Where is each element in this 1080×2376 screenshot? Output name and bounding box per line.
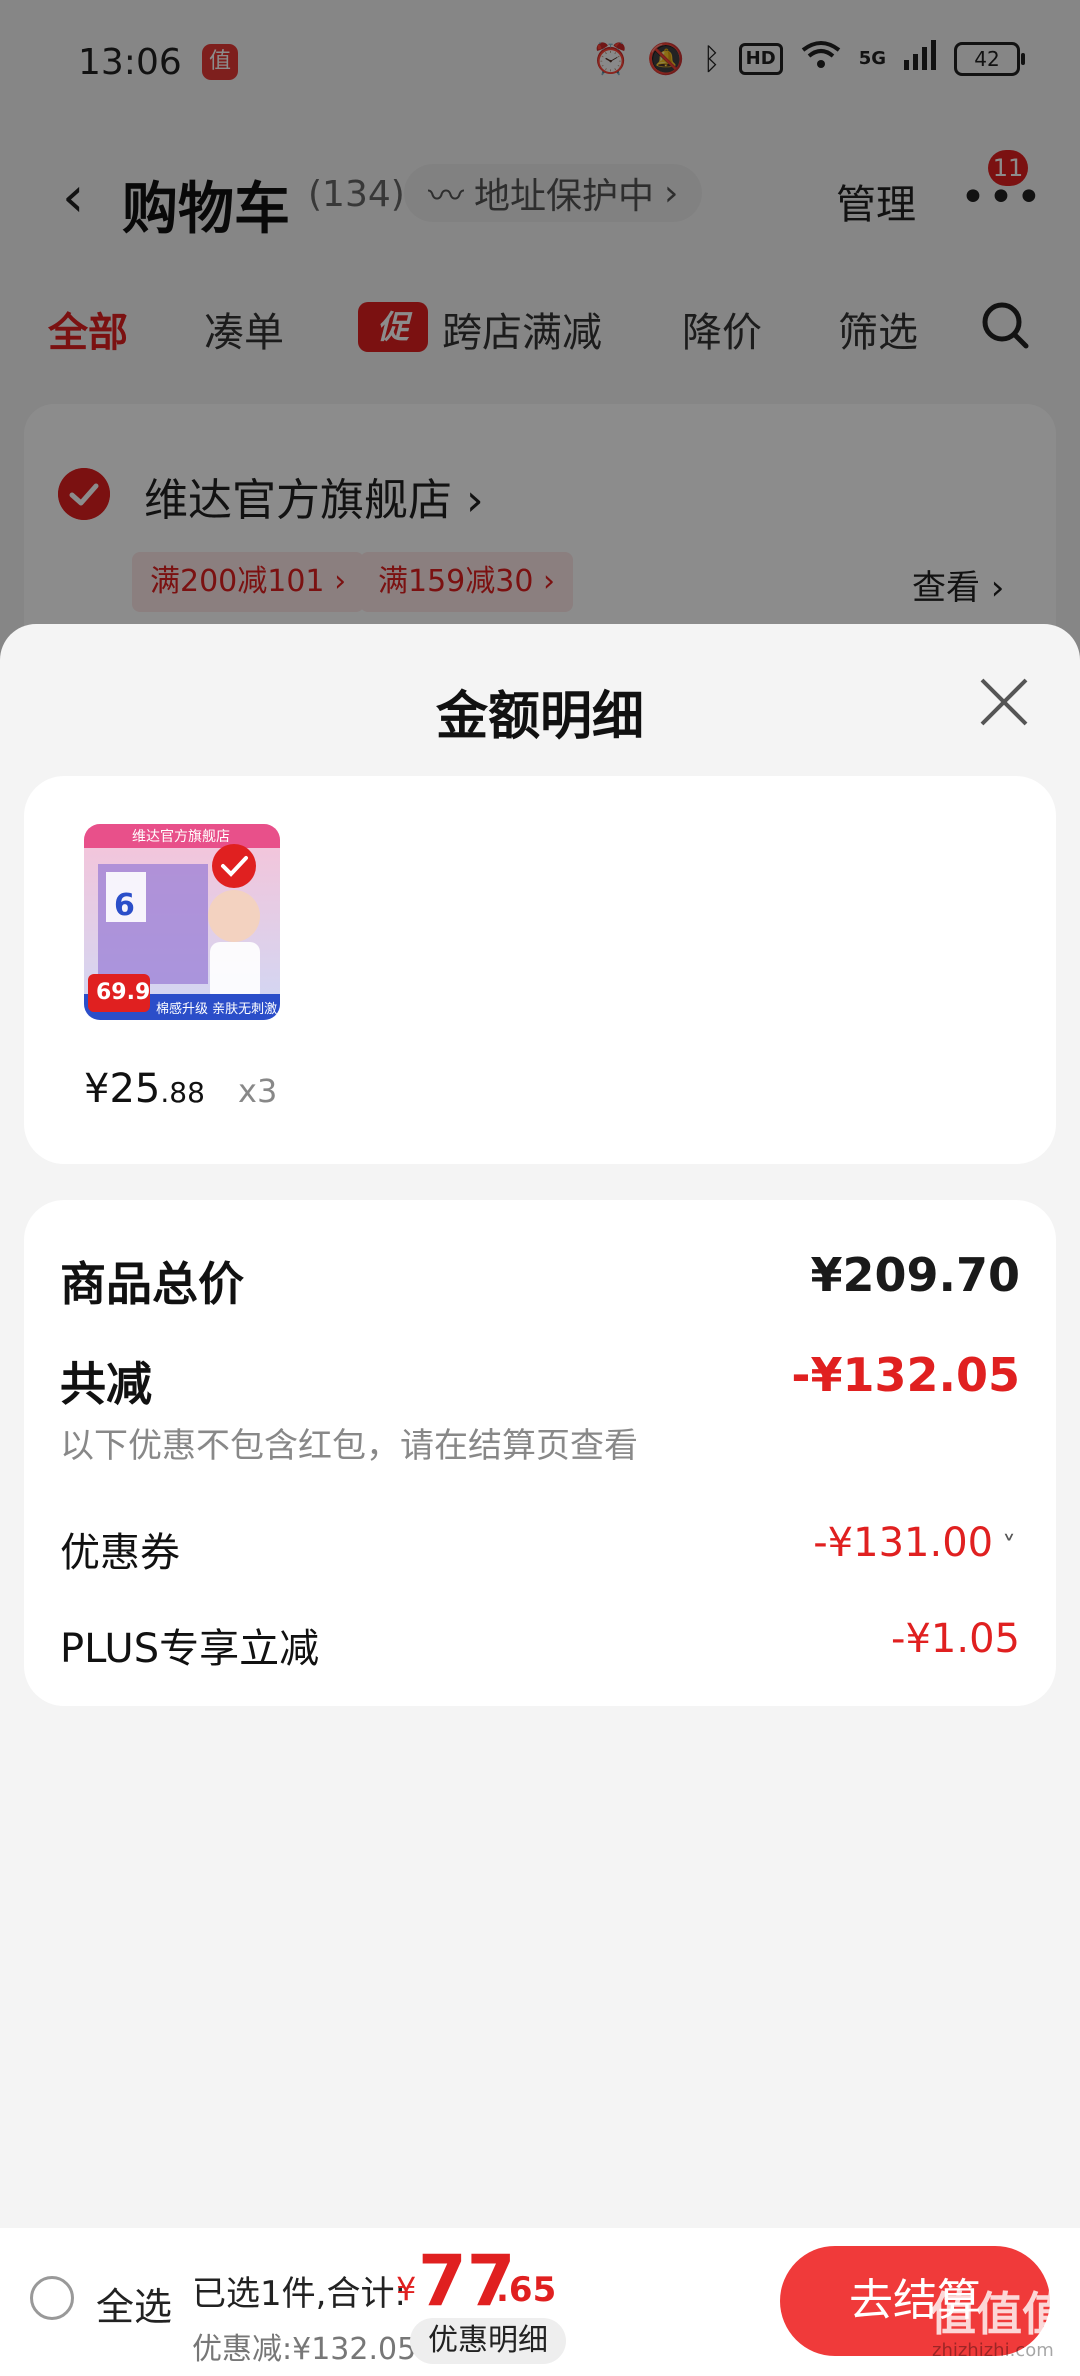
close-icon[interactable]	[976, 674, 1032, 730]
discount-summary: 优惠减:¥132.05	[192, 2332, 417, 2367]
checkout-bar: 全选 已选1件,合计: ¥ 77 .65 优惠减:¥132.05 优惠明细 去结…	[0, 2228, 1080, 2376]
goods-total-value: ¥209.70	[810, 1248, 1020, 1302]
coupon-value[interactable]: -¥131.00 ˅	[813, 1520, 1016, 1566]
thumb-store-label: 维达官方旗舰店	[132, 829, 230, 845]
coupon-label: 优惠券	[60, 1530, 180, 1576]
plus-discount-label: PLUS专享立减	[60, 1626, 320, 1672]
item-quantity: x3	[238, 1072, 278, 1110]
item-price: ¥25.88	[84, 1066, 205, 1112]
watermark-url: zhizhizhi.com	[932, 2340, 1054, 2361]
total-amount-decimal: .65	[496, 2270, 557, 2310]
selected-summary: 已选1件,合计:	[192, 2274, 406, 2314]
goods-total-label: 商品总价	[60, 1257, 244, 1311]
thumb-count: 6	[114, 888, 135, 923]
thumb-price: 69.9	[96, 980, 151, 1005]
plus-discount-value: -¥1.05	[891, 1616, 1020, 1662]
reduction-label: 共减	[60, 1357, 152, 1411]
select-all-checkbox[interactable]	[30, 2276, 74, 2320]
thumb-slogan: 棉感升级 亲肤无刺激	[156, 1002, 278, 1017]
price-summary: 商品总价 ¥209.70 共减 -¥132.05 以下优惠不包含红包，请在结算页…	[24, 1200, 1056, 1706]
goods-card: 维达官方旗舰店 6 69.9 棉感升级 亲肤无刺激 ¥25.88 x3	[24, 776, 1056, 1164]
reduction-value: -¥132.05	[791, 1348, 1020, 1402]
product-thumbnail[interactable]: 维达官方旗舰店 6 69.9 棉感升级 亲肤无刺激	[84, 824, 280, 1020]
reduction-note: 以下优惠不包含红包，请在结算页查看	[60, 1426, 638, 1466]
chevron-down-icon: ˅	[993, 1530, 1016, 1563]
watermark: 值值值	[930, 2287, 1068, 2341]
amount-detail-sheet: 金额明细 维达官方旗舰店 6 69.9 棉感升级 亲肤无刺激 ¥25.88 x3…	[0, 624, 1080, 2376]
sheet-title: 金额明细	[435, 687, 644, 747]
discount-detail-button[interactable]: 优惠明细	[410, 2318, 566, 2364]
select-all-label[interactable]: 全选	[96, 2276, 172, 2331]
total-currency: ¥	[396, 2270, 417, 2308]
